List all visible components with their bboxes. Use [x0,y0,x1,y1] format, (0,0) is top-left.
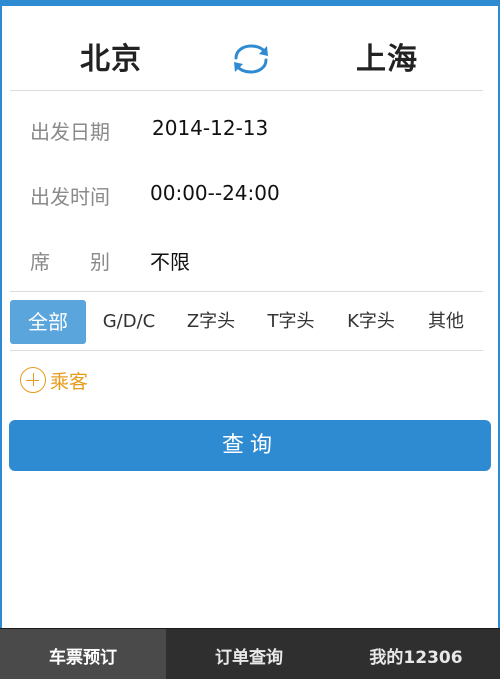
departure-station[interactable]: 北京 [80,34,142,78]
divider [10,90,483,91]
date-value[interactable]: 2014-12-13 [152,116,268,140]
tab-all[interactable]: 全部 [10,300,86,344]
tab-z[interactable]: Z字头 [174,300,248,344]
tab-gdc[interactable]: G/D/C [92,300,166,344]
nav-order-query[interactable]: 订单查询 [166,629,332,679]
tab-k[interactable]: K字头 [334,300,408,344]
date-label: 出发日期 [30,120,110,144]
query-button[interactable]: 查询 [9,420,491,471]
divider [10,350,483,351]
tab-other[interactable]: 其他 [414,300,478,344]
train-type-tabs: 全部 G/D/C Z字头 T字头 K字头 其他 [10,300,483,344]
add-passenger-label: 乘客 [50,371,89,393]
seat-value[interactable]: 不限 [150,246,190,275]
seat-label: 席别 [30,246,110,275]
time-label: 出发时间 [30,185,110,209]
seat-label-char-2: 别 [90,250,110,274]
plus-circle-icon [20,367,46,393]
station-row: 北京 上海 [0,6,500,90]
time-value[interactable]: 00:00--24:00 [150,181,280,205]
bottom-nav: 车票预订 订单查询 我的12306 [0,628,500,679]
arrival-station[interactable]: 上海 [356,34,418,78]
nav-ticket-booking[interactable]: 车票预订 [0,629,166,679]
nav-my-12306[interactable]: 我的12306 [332,629,500,679]
tab-t[interactable]: T字头 [254,300,328,344]
seat-label-char-1: 席 [30,250,50,274]
swap-stations-icon[interactable] [230,42,272,76]
divider [10,291,483,292]
